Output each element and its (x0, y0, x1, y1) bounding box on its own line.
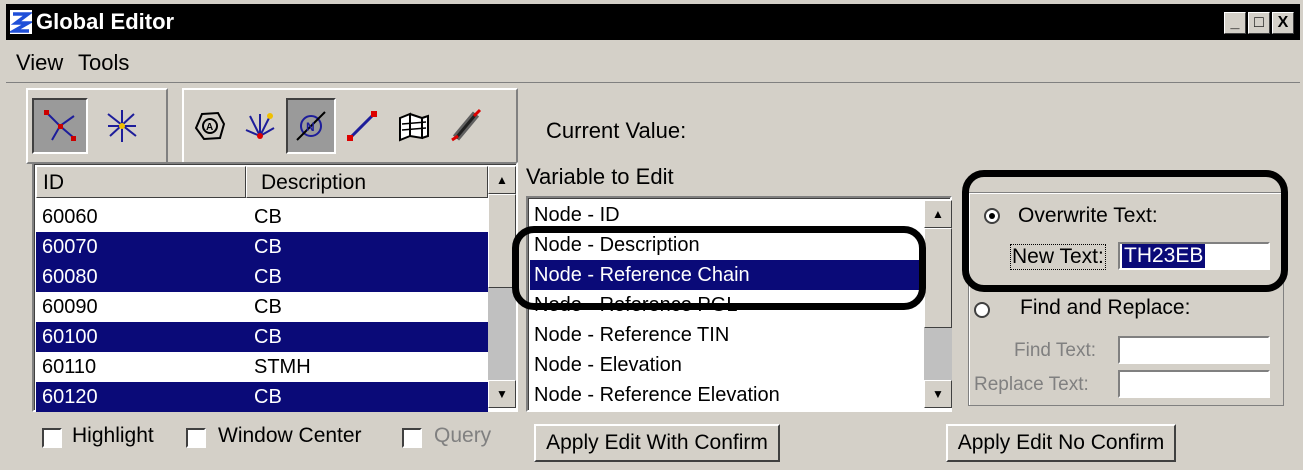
app-icon (10, 10, 32, 34)
network-select-icon (44, 110, 76, 141)
profile-element-button[interactable] (390, 98, 438, 154)
area-icon: A (194, 111, 226, 141)
menu-view[interactable]: View (16, 50, 63, 76)
table-row[interactable]: 60090 CB (36, 292, 488, 322)
row-description: CB (254, 206, 282, 228)
down-arrow-icon: ▼ (932, 387, 944, 401)
close-button[interactable]: X (1272, 12, 1294, 34)
table-row[interactable]: 60060 CB (36, 202, 488, 232)
highlight-label: Highlight (72, 424, 154, 447)
variable-scroll-down-button[interactable]: ▼ (924, 380, 952, 408)
up-arrow-icon: ▲ (932, 207, 944, 221)
pipe-element-button[interactable] (442, 98, 490, 154)
up-arrow-icon: ▲ (496, 173, 508, 187)
table-row[interactable]: 60120 CB (36, 382, 488, 412)
variable-scroll-thumb[interactable] (924, 228, 952, 328)
variable-list-item[interactable]: Node - Elevation (530, 350, 924, 380)
find-text-field[interactable] (1118, 336, 1270, 364)
row-description: CB (254, 326, 282, 348)
svg-text:A: A (206, 122, 213, 133)
node-icon: N (296, 111, 326, 141)
row-description: CB (254, 386, 282, 408)
replace-text-label: Replace Text: (974, 374, 1089, 395)
variable-item-label: Node - Elevation (534, 354, 682, 376)
highlight-checkbox[interactable] (42, 428, 62, 448)
window-title: Global Editor (36, 9, 175, 34)
scroll-up-button[interactable]: ▲ (488, 166, 516, 194)
window-center-label: Window Center (218, 424, 362, 447)
element-list[interactable]: ID Description 60060 CB 60070 CB 60080 CB 6009… (32, 162, 518, 412)
node-element-button[interactable]: N (286, 98, 336, 154)
selection-toolbar (26, 88, 168, 164)
table-row[interactable]: 60070 CB (36, 232, 488, 262)
find-replace-radio[interactable] (974, 302, 990, 318)
row-id: 60070 (42, 236, 98, 258)
element-rows: 60060 CB 60070 CB 60080 CB 60090 CB 60100 CB 60110… (36, 202, 488, 412)
list-header: ID Description (36, 166, 488, 198)
row-description: STMH (254, 356, 311, 378)
apply-edit-no-confirm-button[interactable]: Apply Edit No Confirm (946, 424, 1176, 462)
row-description: CB (254, 266, 282, 288)
column-header-id[interactable]: ID (36, 166, 246, 198)
variable-scroll-up-button[interactable]: ▲ (924, 200, 952, 228)
row-id: 60100 (42, 326, 98, 348)
variable-list-item[interactable]: Node - Reference Elevation (530, 380, 924, 410)
find-replace-label: Find and Replace: (1020, 296, 1191, 319)
query-label: Query (434, 424, 492, 447)
area-element-button[interactable]: A (186, 98, 234, 154)
minimize-button[interactable]: _ (1224, 12, 1246, 34)
row-id: 60060 (42, 206, 98, 228)
row-description: CB (254, 236, 282, 258)
column-header-description-label: Description (261, 171, 367, 194)
variable-to-edit-label: Variable to Edit (526, 164, 674, 189)
select-all-button[interactable] (94, 98, 150, 154)
branch-element-button[interactable] (236, 98, 284, 154)
row-id: 60110 (42, 356, 97, 378)
menu-tools[interactable]: Tools (78, 50, 129, 76)
window-center-checkbox[interactable] (186, 428, 206, 448)
menu-divider (6, 82, 1300, 83)
variable-callout (512, 226, 926, 310)
row-id: 60090 (42, 296, 98, 318)
svg-text:N: N (306, 120, 315, 134)
select-elements-button[interactable] (32, 98, 88, 154)
table-row[interactable]: 60110 STMH (36, 352, 488, 382)
row-id: 60120 (42, 386, 98, 408)
profile-icon (399, 112, 429, 142)
down-arrow-icon: ▼ (496, 387, 508, 401)
replace-text-field[interactable] (1118, 370, 1270, 398)
row-id: 60080 (42, 266, 98, 288)
column-header-description[interactable]: Description (246, 166, 488, 198)
link-icon (347, 111, 377, 141)
pipe-icon (451, 108, 482, 142)
overwrite-callout (962, 170, 1288, 292)
branch-icon (245, 113, 275, 139)
title-bar: Global Editor _ □ X (6, 4, 1300, 40)
find-text-label: Find Text: (1014, 340, 1097, 361)
element-type-toolbar: A N (182, 88, 518, 164)
scroll-down-button[interactable]: ▼ (488, 380, 516, 408)
variable-item-label: Node - Reference TIN (534, 324, 730, 346)
table-row[interactable]: 60100 CB (36, 322, 488, 352)
link-element-button[interactable] (338, 98, 386, 154)
row-description: CB (254, 296, 282, 318)
table-row[interactable]: 60080 CB (36, 262, 488, 292)
network-all-icon (107, 110, 137, 142)
current-value-label: Current Value: (546, 118, 687, 143)
variable-item-label: Node - Reference Elevation (534, 384, 780, 406)
maximize-button[interactable]: □ (1248, 12, 1270, 34)
query-checkbox[interactable] (402, 428, 422, 448)
column-header-id-label: ID (43, 171, 64, 194)
apply-edit-with-confirm-button[interactable]: Apply Edit With Confirm (534, 424, 780, 462)
variable-list-scrollbar[interactable]: ▲ ▼ (924, 200, 952, 408)
variable-list-item[interactable]: Node - Reference TIN (530, 320, 924, 350)
